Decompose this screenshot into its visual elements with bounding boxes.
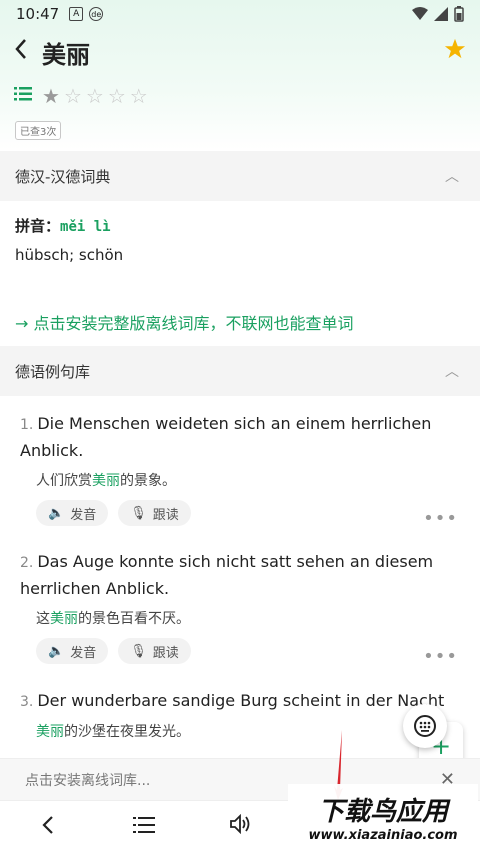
microphone-icon: 🎙 <box>130 505 147 521</box>
example-item: 3. Der wunderbare sandige Burg scheint in… <box>20 688 460 741</box>
pinyin-value: měi lì <box>60 219 111 235</box>
rating-star-4[interactable]: ☆ <box>108 84 126 108</box>
speaker-icon <box>230 813 250 835</box>
follow-read-button[interactable]: 🎙 跟读 <box>118 500 191 526</box>
speaker-icon: 🔈 <box>48 643 65 659</box>
rating-star-2[interactable]: ☆ <box>64 84 82 108</box>
chevron-left-icon <box>15 39 26 59</box>
pinyin-row: 拼音：měi lì <box>15 215 111 236</box>
example-sentence: Der wunderbare sandige Burg scheint in d… <box>37 691 445 710</box>
chevron-up-icon: ︿ <box>445 364 459 380</box>
watermark-title: 下载鸟应用 <box>317 797 448 827</box>
title-bar: 美丽 <box>0 32 480 72</box>
nav-list-button[interactable] <box>96 815 192 840</box>
translation-highlight: 美丽 <box>92 473 120 489</box>
follow-read-button[interactable]: 🎙 跟读 <box>118 638 191 664</box>
rating-star-5[interactable]: ☆ <box>130 84 148 108</box>
chevron-up-icon: ︿ <box>445 169 459 185</box>
star-favorite-icon <box>444 38 466 59</box>
notification-a-icon: A <box>69 7 84 21</box>
translation-text: 人们欣赏 <box>36 473 92 489</box>
wifi-icon <box>412 7 428 20</box>
notification-de-icon: de <box>89 7 104 21</box>
install-dictionary-link[interactable]: → 点击安装完整版离线词库，不联网也能查单词 <box>15 310 354 334</box>
more-options-icon[interactable]: ••• <box>423 646 458 667</box>
speak-button[interactable]: 🔈 发音 <box>36 638 109 664</box>
status-time: 10:47 <box>16 5 60 23</box>
speak-button[interactable]: 🔈 发音 <box>36 500 109 526</box>
back-button[interactable] <box>14 37 38 67</box>
watermark-url: www.xiazainiao.com <box>308 828 458 843</box>
microphone-icon: 🎙 <box>130 643 147 659</box>
speaker-icon: 🔈 <box>48 505 65 521</box>
favorite-button[interactable] <box>444 38 466 66</box>
example-number: 2. <box>20 555 34 571</box>
battery-icon <box>454 6 464 22</box>
chevron-left-icon <box>42 815 53 834</box>
translation-text: 的景象。 <box>120 473 176 489</box>
pinyin-label: 拼音： <box>15 217 61 235</box>
definition-text: hübsch; schön <box>15 246 124 264</box>
section-title: 德语例句库 <box>15 362 91 381</box>
list-icon <box>133 816 155 833</box>
lookup-count-badge: 已查3次 <box>15 121 62 140</box>
translation-highlight: 美丽 <box>36 724 64 740</box>
translation-text: 这 <box>36 611 50 627</box>
translation-text: 的沙堡在夜里发光。 <box>64 724 190 740</box>
example-item: 1. Die Menschen weideten sich an einem he… <box>20 411 460 526</box>
keyboard-button[interactable] <box>403 704 447 748</box>
example-number: 1. <box>20 417 34 433</box>
examples-section-header[interactable]: 德语例句库 ︿ <box>0 346 480 396</box>
translation-highlight: 美丽 <box>50 611 78 627</box>
watermark-logo: 下载鸟应用 www.xiazainiao.com <box>288 784 478 850</box>
example-sentence: Die Menschen weideten sich an einem herr… <box>20 414 432 460</box>
page-title: 美丽 <box>42 40 90 69</box>
nav-back-button[interactable] <box>0 815 96 840</box>
dictionary-section-header[interactable]: 德汉-汉德词典 ︿ <box>0 151 480 201</box>
example-item: 2. Das Auge konnte sich nicht satt sehen … <box>20 549 460 664</box>
more-options-icon[interactable]: ••• <box>423 508 458 529</box>
rating-row: ★ ☆ ☆ ☆ ☆ <box>14 84 148 108</box>
example-number: 3. <box>20 694 34 710</box>
status-bar: 10:47 A de <box>0 0 480 28</box>
example-sentence: Das Auge konnte sich nicht satt sehen an… <box>20 552 434 598</box>
signal-icon <box>434 7 448 21</box>
translation-text: 的景色百看不厌。 <box>78 611 190 627</box>
keyboard-icon <box>414 715 436 737</box>
rating-star-1[interactable]: ★ <box>42 84 60 108</box>
rating-star-3[interactable]: ☆ <box>86 84 104 108</box>
section-title: 德汉-汉德词典 <box>15 167 111 186</box>
nav-audio-button[interactable] <box>192 813 288 840</box>
install-banner-text: 点击安装离线词库... <box>25 772 151 789</box>
list-icon[interactable] <box>14 86 32 107</box>
